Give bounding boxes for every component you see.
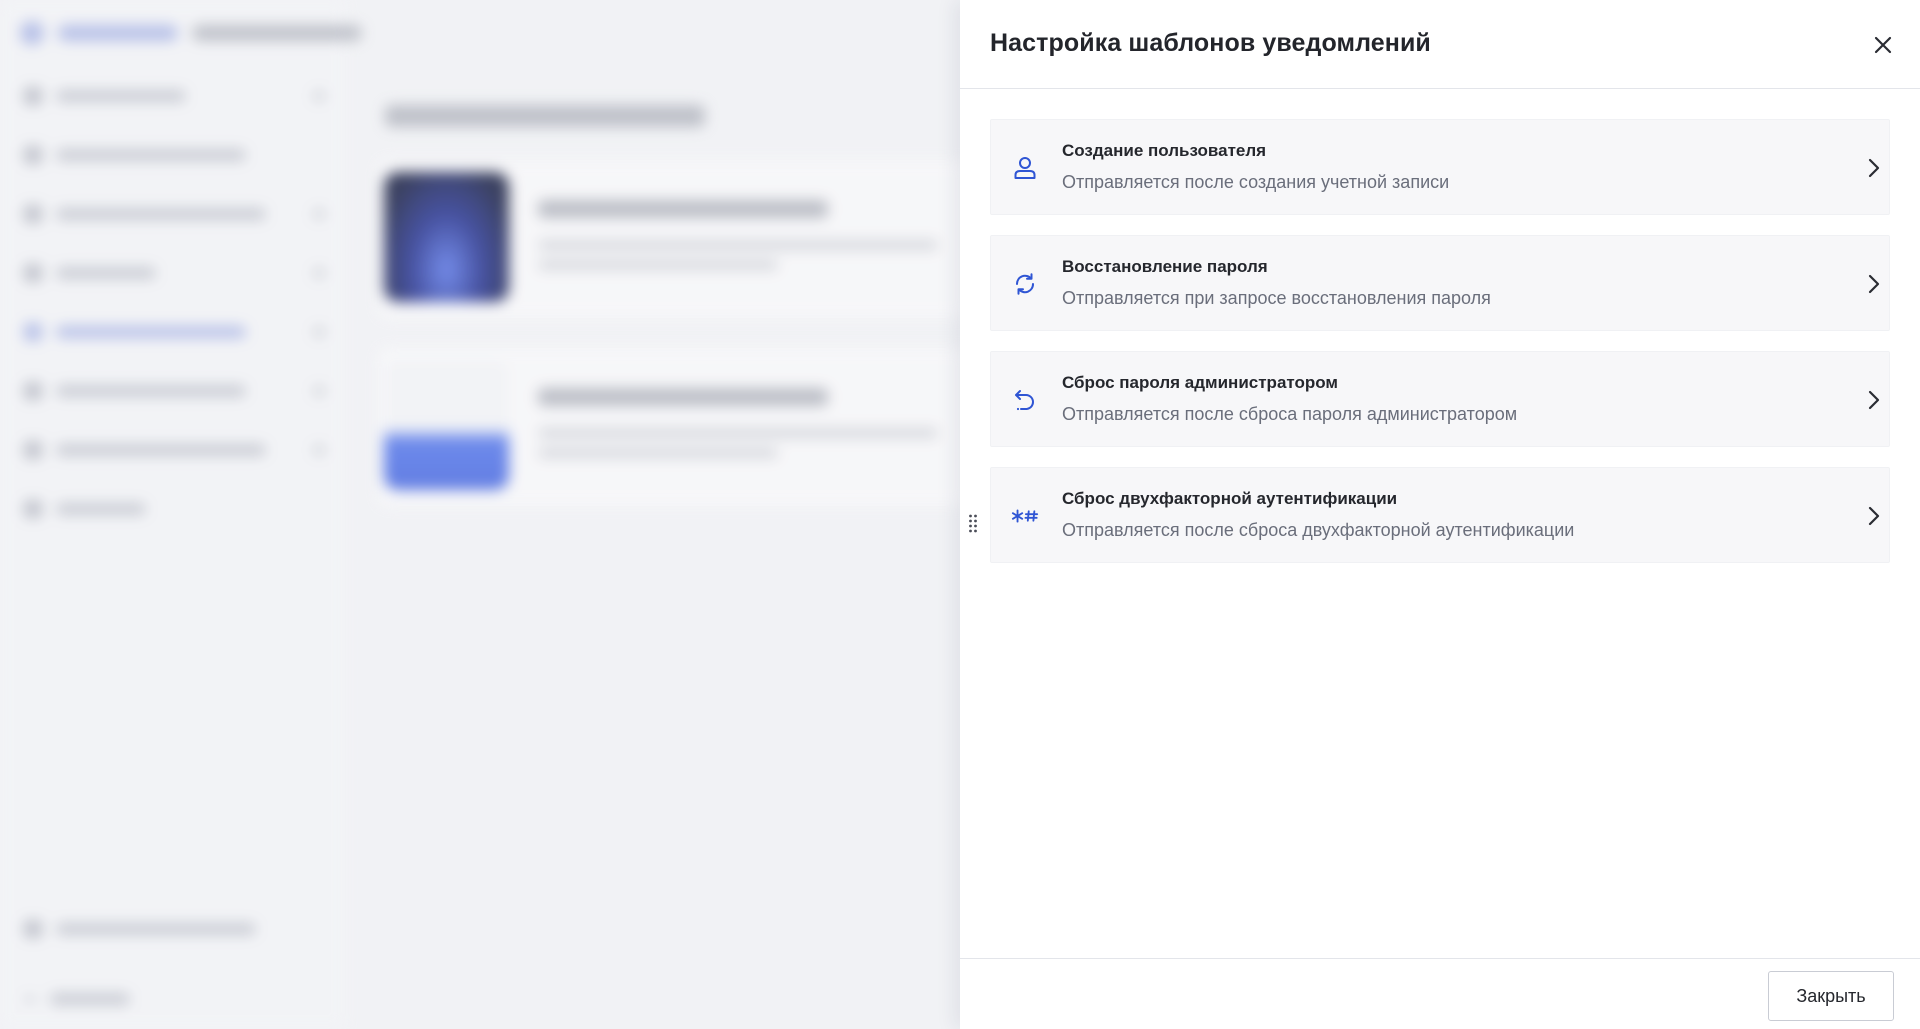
template-item-2fa-reset[interactable]: Сброс двухфакторной аутентификации Отпра… [990, 467, 1890, 563]
template-description: Отправляется после сброса пароля админис… [1062, 404, 1518, 424]
background-card [378, 160, 968, 318]
background-nav-item [24, 85, 324, 107]
background-nav-item [24, 380, 324, 402]
background-nav-item [24, 144, 324, 166]
user-icon [1011, 154, 1039, 182]
template-title: Сброс пароля администратором [1062, 373, 1339, 392]
background-nav-item [24, 988, 274, 1010]
background-nav-item [24, 439, 324, 461]
background-nav-item [24, 498, 324, 520]
close-button[interactable]: Закрыть [1768, 971, 1894, 1021]
chevron-right-icon [1867, 157, 1881, 179]
close-icon[interactable] [1872, 34, 1894, 56]
background-breadcrumb [20, 20, 362, 46]
drag-handle-icon[interactable] [968, 513, 978, 533]
refresh-icon [1011, 270, 1039, 298]
notification-templates-drawer: Настройка шаблонов уведомлений Создание … [960, 0, 1920, 1029]
template-description: Отправляется после сброса двухфакторной … [1062, 520, 1575, 540]
drawer-footer: Закрыть [960, 958, 1920, 1029]
background-nav-item [24, 262, 324, 284]
templates-list: Создание пользователя Отправляется после… [990, 119, 1890, 583]
drawer-header: Настройка шаблонов уведомлений [960, 0, 1920, 89]
template-title: Восстановление пароля [1062, 257, 1268, 276]
chevron-right-icon [1867, 505, 1881, 527]
template-title: Сброс двухфакторной аутентификации [1062, 489, 1398, 508]
drawer-title: Настройка шаблонов уведомлений [990, 29, 1431, 57]
undo-icon [1011, 386, 1039, 414]
template-description: Отправляется при запросе восстановления … [1062, 288, 1491, 308]
background-sidebar [0, 0, 345, 1029]
chevron-right-icon [1867, 273, 1881, 295]
chevron-right-icon [1867, 389, 1881, 411]
background-page-title [385, 105, 705, 127]
template-item-password-recovery[interactable]: Восстановление пароля Отправляется при з… [990, 235, 1890, 331]
template-description: Отправляется после создания учетной запи… [1062, 172, 1450, 192]
template-item-admin-password-reset[interactable]: Сброс пароля администратором Отправляетс… [990, 351, 1890, 447]
template-title: Создание пользователя [1062, 141, 1267, 160]
background-card [378, 348, 968, 506]
background-nav-item [24, 918, 274, 940]
asterisk-hash-icon [1011, 502, 1039, 530]
template-item-user-creation[interactable]: Создание пользователя Отправляется после… [990, 119, 1890, 215]
background-nav-item [24, 321, 324, 343]
background-nav-item [24, 203, 324, 225]
